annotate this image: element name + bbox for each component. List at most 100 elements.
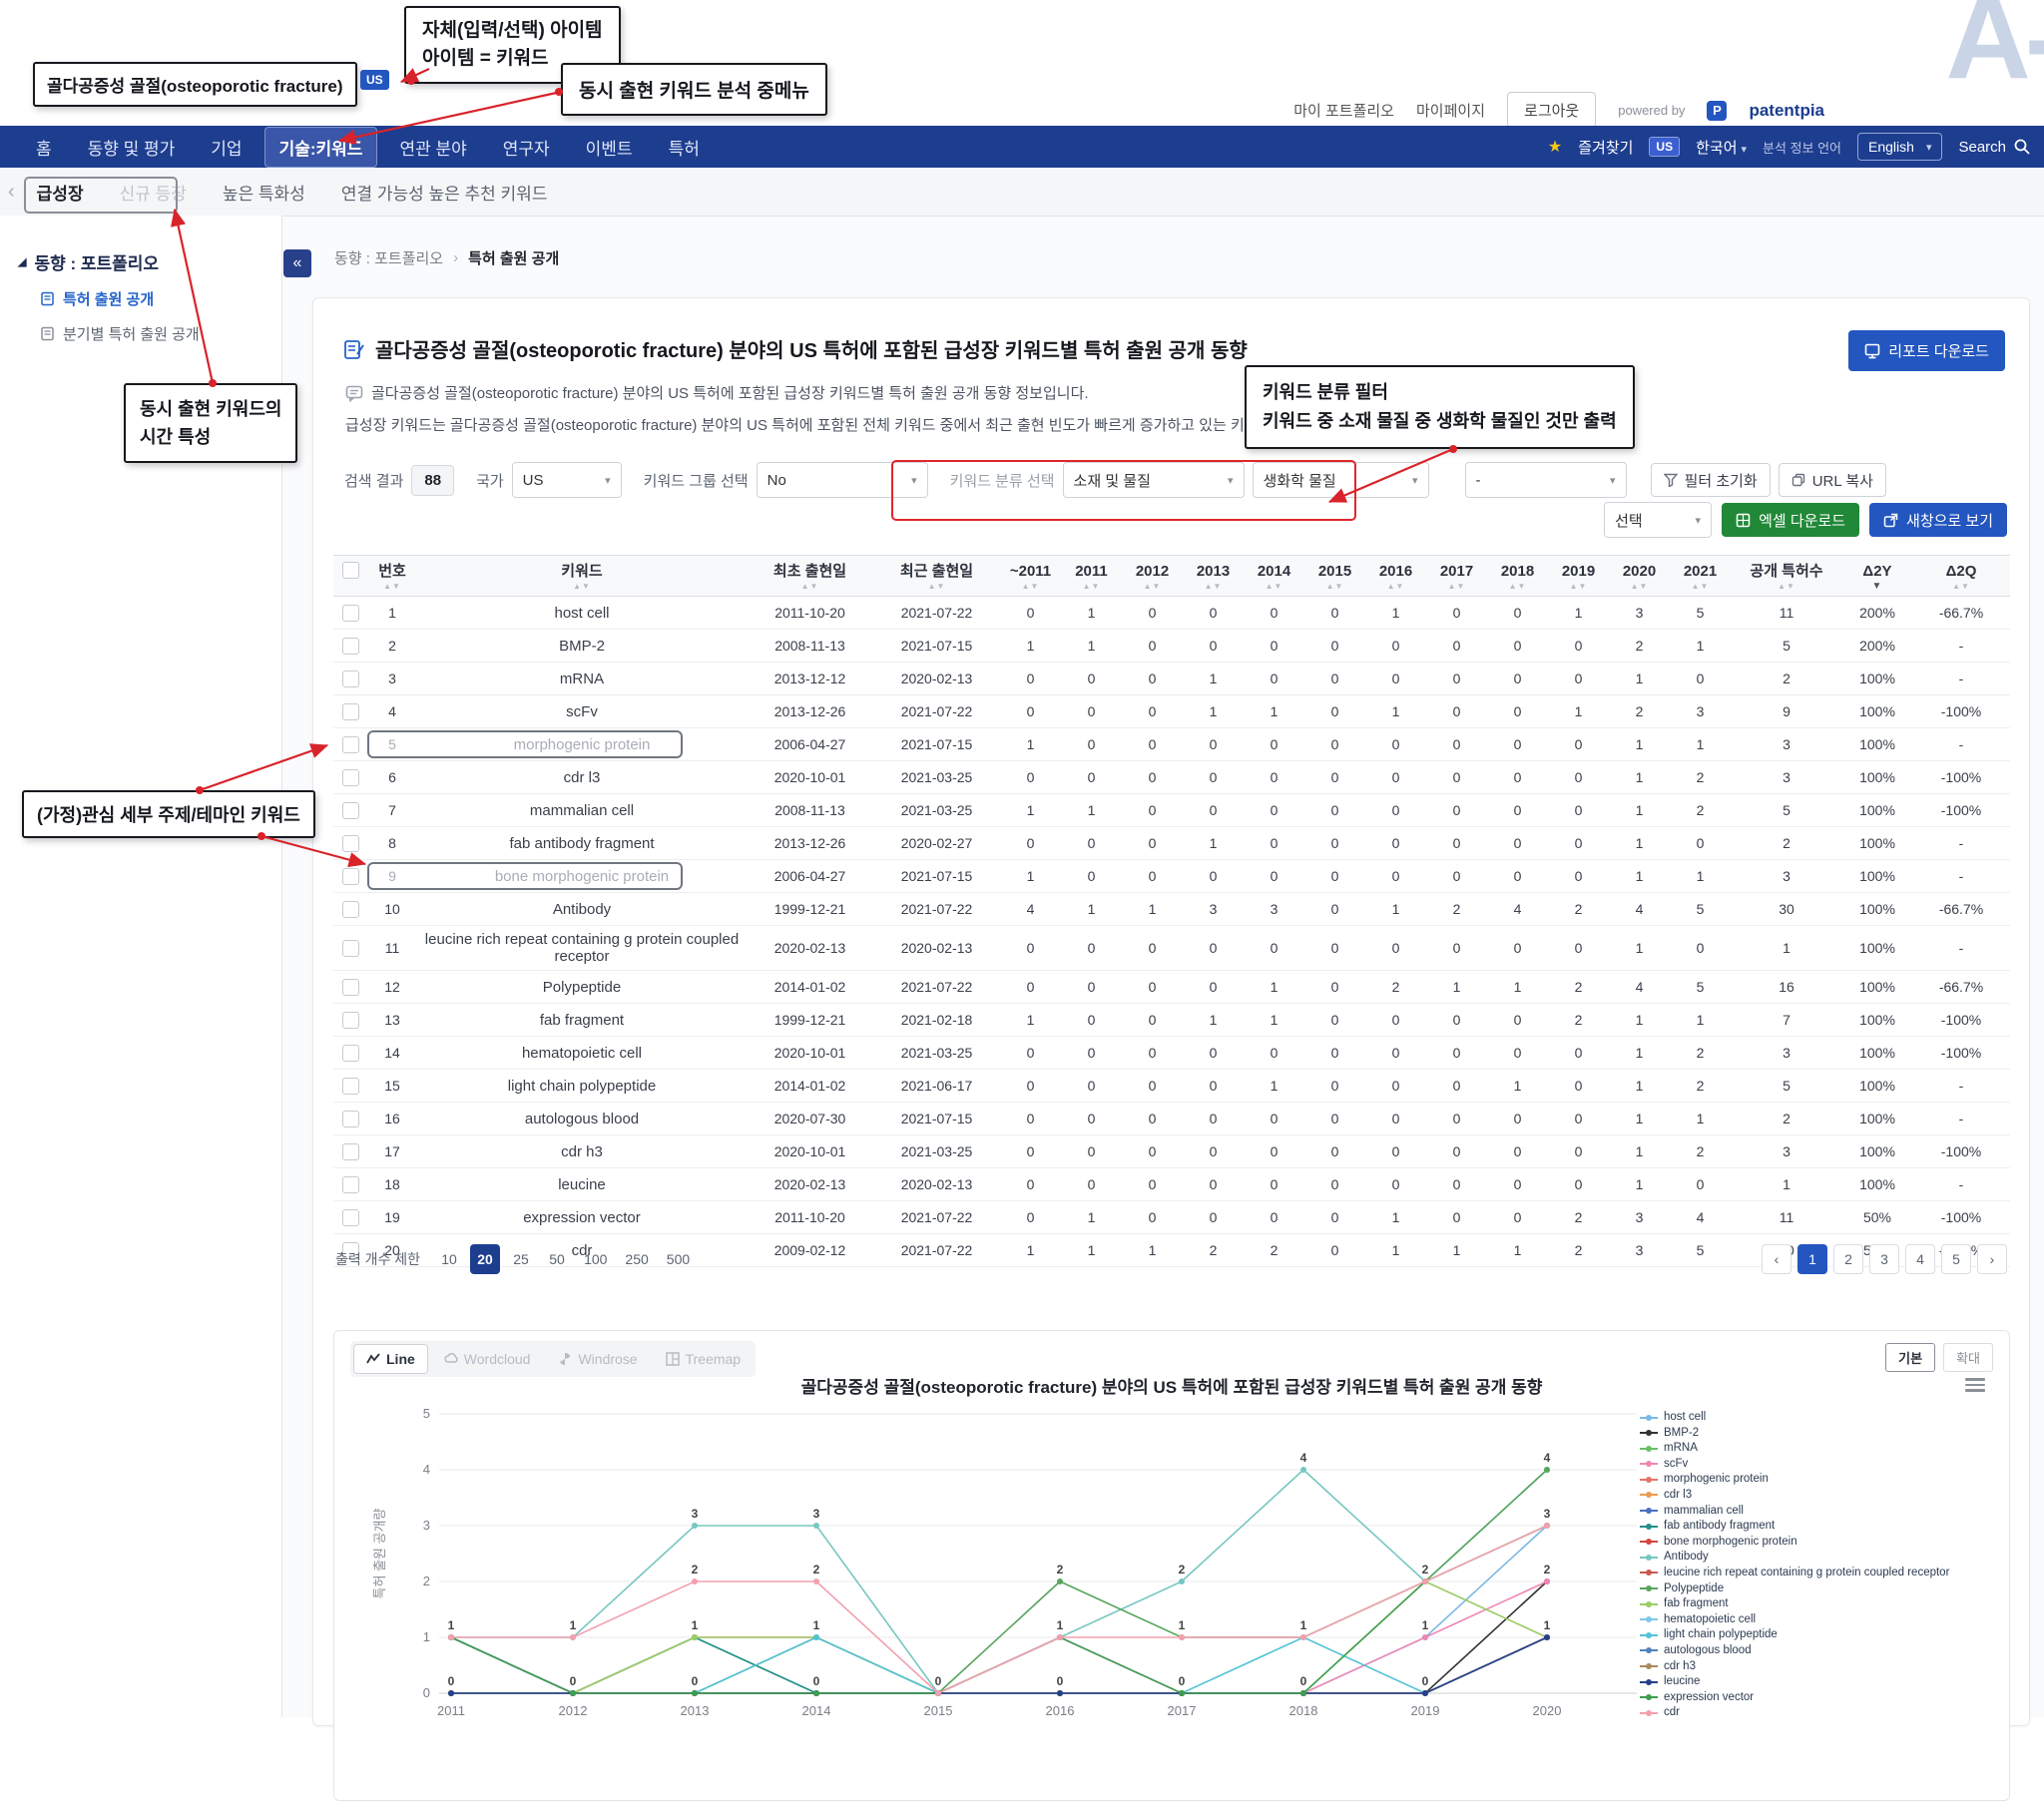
page-size-button[interactable]: 50 [542,1244,572,1274]
sort-icon[interactable]: ▲▼ [1489,581,1546,593]
chart-menu-icon[interactable] [1965,1375,1985,1395]
sort-icon[interactable]: ▲▼ [1914,581,2008,593]
row-checkbox[interactable] [342,769,359,786]
sort-icon[interactable]: ▲▼ [1367,581,1424,593]
collapse-triangle-icon[interactable]: ◢ [18,255,26,268]
my-page-link[interactable]: 마이페이지 [1416,100,1485,121]
sidebar-item[interactable]: 분기별 특허 출원 공개 [0,309,281,344]
legend-item[interactable]: bone morphogenic protein [1640,1536,2003,1549]
data-point[interactable] [1300,1467,1306,1473]
row-checkbox[interactable] [342,1012,359,1029]
filter-reset-button[interactable]: 필터 초기화 [1651,463,1771,497]
data-point[interactable] [1544,1467,1550,1473]
data-point[interactable] [1422,1634,1428,1640]
column-header[interactable]: 2017▲▼ [1426,556,1487,597]
data-point[interactable] [1179,1690,1185,1696]
country-select[interactable]: US▾ [512,462,622,498]
extra-filter-select[interactable]: -▾ [1465,462,1627,498]
logout-button[interactable]: 로그아웃 [1507,92,1596,129]
subnav-item[interactable]: 연결 가능성 높은 추천 키워드 [327,180,570,205]
legend-item[interactable]: Antibody [1640,1551,2003,1564]
column-header[interactable]: 2018▲▼ [1487,556,1548,597]
legend-item[interactable]: fab fragment [1640,1597,2003,1610]
data-point[interactable] [1544,1578,1550,1584]
chart-tab-line[interactable]: Line [353,1344,428,1374]
my-portfolio-link[interactable]: 마이 포트폴리오 [1293,100,1394,121]
column-header[interactable]: 키워드▲▼ [417,556,747,597]
subnav-item[interactable]: 급성장 [23,180,106,205]
keyword-cell[interactable]: scFv [417,695,747,728]
keyword-cell[interactable]: morphogenic protein [417,728,747,761]
data-point[interactable] [692,1523,698,1529]
chart-tab-wordcloud[interactable]: Wordcloud [432,1345,543,1373]
subnav-item[interactable]: 신규 등장 [106,180,209,205]
sort-icon[interactable]: ▲▼ [1124,581,1181,593]
sort-icon[interactable]: ▲▼ [419,581,745,593]
data-point[interactable] [692,1578,698,1584]
row-checkbox[interactable] [342,979,359,996]
legend-item[interactable]: expression vector [1640,1691,2003,1704]
keyword-class-select-2[interactable]: 생화학 물질▾ [1253,462,1429,498]
sort-icon[interactable]: ▲▼ [1550,581,1607,593]
row-checkbox[interactable] [342,1143,359,1160]
keyword-cell[interactable]: light chain polypeptide [417,1070,747,1103]
row-checkbox[interactable] [342,940,359,957]
legend-item[interactable]: light chain polypeptide [1640,1628,2003,1641]
keyword-cell[interactable]: leucine [417,1168,747,1201]
page-size-button[interactable]: 500 [661,1244,696,1274]
legend-item[interactable]: Polypeptide [1640,1582,2003,1595]
page-size-button[interactable]: 20 [470,1244,500,1274]
keyword-cell[interactable]: bone morphogenic protein [417,860,747,893]
data-point[interactable] [692,1690,698,1696]
data-point[interactable] [1544,1523,1550,1529]
keyword-group-select[interactable]: No▾ [757,462,928,498]
keyword-cell[interactable]: expression vector [417,1201,747,1234]
data-point[interactable] [448,1690,454,1696]
keyword-cell[interactable]: leucine rich repeat containing g protein… [417,926,747,971]
chart-tab-windrose[interactable]: Windrose [546,1345,649,1373]
language-selector[interactable]: 한국어▾ [1696,137,1747,158]
subnav-item[interactable]: 높은 특화성 [209,180,327,205]
sort-icon[interactable]: ▲▼ [1185,581,1242,593]
legend-item[interactable]: cdr l3 [1640,1489,2003,1502]
keyword-cell[interactable]: cdr l3 [417,761,747,794]
chart-expand-button[interactable]: 확대 [1943,1343,1993,1372]
legend-item[interactable]: autologous blood [1640,1644,2003,1657]
row-checkbox[interactable] [342,1209,359,1226]
column-header[interactable]: 2019▲▼ [1548,556,1609,597]
data-point[interactable] [935,1690,941,1696]
keyword-class-select-1[interactable]: 소재 및 물질▾ [1063,462,1245,498]
row-checkbox[interactable] [342,638,359,655]
row-checkbox[interactable] [342,901,359,918]
data-point[interactable] [813,1690,819,1696]
row-checkbox[interactable] [342,1176,359,1193]
row-checkbox[interactable] [342,802,359,819]
sort-icon[interactable]: ▲▼ [1306,581,1363,593]
data-point[interactable] [448,1634,454,1640]
row-checkbox[interactable] [342,868,359,885]
favorite-label[interactable]: 즐겨찾기 [1578,137,1633,158]
data-point[interactable] [1179,1634,1185,1640]
sort-icon[interactable]: ▲▼ [1002,581,1059,593]
column-header[interactable]: ~2011▲▼ [1000,556,1061,597]
keyword-cell[interactable]: BMP-2 [417,630,747,663]
sort-icon[interactable]: ▲▼ [749,581,871,593]
prev-page-button[interactable]: ‹ [1762,1244,1791,1274]
sort-icon[interactable]: ▼ [1844,581,1910,593]
next-page-button[interactable]: › [1977,1244,2007,1274]
data-point[interactable] [1179,1578,1185,1584]
sort-icon[interactable]: ▲▼ [1733,581,1840,593]
row-checkbox[interactable] [342,1111,359,1127]
data-point[interactable] [570,1634,576,1640]
data-point[interactable] [1057,1578,1063,1584]
page-number-button[interactable]: 3 [1869,1244,1899,1274]
legend-item[interactable]: host cell [1640,1411,2003,1424]
sidebar-item[interactable]: 특허 출원 공개 [0,274,281,309]
row-checkbox[interactable] [342,835,359,852]
row-checkbox[interactable] [342,736,359,753]
column-header[interactable]: 2020▲▼ [1609,556,1670,597]
sort-icon[interactable]: ▲▼ [875,581,998,593]
data-point[interactable] [1057,1634,1063,1640]
copy-url-button[interactable]: URL 복사 [1779,463,1886,497]
legend-item[interactable]: hematopoietic cell [1640,1613,2003,1626]
